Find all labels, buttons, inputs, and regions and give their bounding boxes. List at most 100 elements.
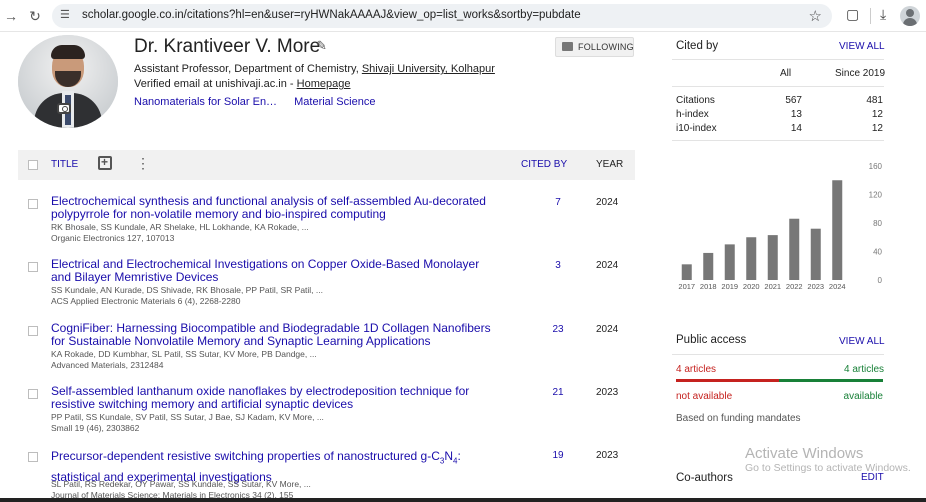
chart-bar-2018[interactable] [703, 252, 714, 280]
download-icon[interactable]: ⤓ [880, 6, 886, 23]
extensions-icon[interactable]: ▢ [846, 6, 859, 23]
y-tick-label: 160 [869, 162, 883, 171]
x-tick-label: 2024 [829, 282, 846, 291]
activation-watermark-hint: Go to Settings to activate Windows. [745, 462, 911, 474]
x-tick-label: 2020 [743, 282, 760, 291]
interest-link[interactable]: Nanomaterials for Solar En… [134, 96, 277, 108]
article-venue: Advanced Materials, 2312484 [51, 360, 164, 370]
interest-link[interactable]: Material Science [294, 96, 375, 108]
cited-by-title: Cited by [676, 40, 719, 52]
activation-watermark: Activate Windows [745, 445, 864, 462]
research-interests: Nanomaterials for Solar En… Material Sci… [134, 96, 389, 108]
sort-by-title[interactable]: TITLE [51, 159, 78, 170]
metric-label: h-index [676, 109, 709, 120]
article-year: 2024 [596, 260, 619, 271]
window-bottom-edge [0, 498, 926, 502]
x-tick-label: 2021 [764, 282, 781, 291]
article-title-link[interactable]: Self-assembled lanthanum oxide nanoflake… [51, 385, 491, 411]
chart-bar-2017[interactable] [681, 264, 692, 280]
public-access-bar-unavailable [676, 379, 779, 382]
cited-by-link[interactable]: 19 [538, 450, 578, 461]
profile-avatar-icon[interactable] [900, 6, 920, 26]
toolbar-divider [870, 8, 871, 24]
divider [672, 86, 884, 87]
reload-icon[interactable]: ↻ [26, 7, 44, 25]
article-authors: SL Patil, RS Redekar, OY Pawar, SS Kunda… [51, 479, 311, 489]
select-all-checkbox[interactable] [28, 160, 38, 170]
chart-bar-2024[interactable] [832, 180, 843, 280]
affiliation-text: Assistant Professor, Department of Chemi… [134, 63, 362, 75]
metric-label: i10-index [676, 123, 717, 134]
chart-bar-2022[interactable] [789, 218, 800, 280]
col-all-header: All [780, 68, 792, 79]
affiliation-link[interactable]: Shivaji University, Kolhapur [362, 63, 495, 75]
public-access-left-count[interactable]: 4 articles [676, 364, 716, 375]
sort-by-cited[interactable]: CITED BY [521, 159, 567, 170]
row-checkbox[interactable] [28, 389, 38, 399]
chart-bar-2020[interactable] [746, 237, 757, 280]
metric-since: 12 [871, 123, 883, 134]
metric-all: 13 [790, 109, 802, 120]
funding-mandates-note: Based on funding mandates [676, 413, 801, 424]
metric-all: 567 [785, 95, 802, 106]
article-venue: ACS Applied Electronic Materials 6 (4), … [51, 296, 241, 306]
article-authors: KA Rokade, DD Kumbhar, SL Patil, SS Suta… [51, 349, 317, 359]
email-text: Verified email at unishivaji.ac.in - [134, 78, 297, 90]
sort-by-year[interactable]: YEAR [596, 159, 623, 170]
col-since-header: Since 2019 [835, 68, 886, 79]
article-year: 2023 [596, 450, 619, 461]
article-authors: RK Bhosale, SS Kundale, AR Shelake, HL L… [51, 222, 309, 232]
x-tick-label: 2019 [721, 282, 738, 291]
cited-by-link[interactable]: 7 [538, 197, 578, 208]
row-checkbox[interactable] [28, 452, 38, 462]
available-label[interactable]: available [840, 391, 883, 402]
divider [672, 354, 884, 355]
metric-label: Citations [676, 95, 715, 106]
citations-per-year-chart: 2017 2018 2019 2020 2021 2022 2023 2024 0 40 80 120… [678, 162, 883, 291]
bookmark-star-icon[interactable]: ☆ [809, 7, 822, 25]
y-tick-label: 120 [869, 191, 883, 200]
address-bar[interactable]: ☰ scholar.google.co.in/citations?hl=en&u… [52, 4, 832, 28]
chart-bar-2023[interactable] [810, 228, 821, 280]
not-available-label[interactable]: not available [676, 391, 732, 402]
x-tick-label: 2023 [807, 282, 824, 291]
article-authors: SS Kundale, AN Kurade, DS Shivade, RK Bh… [51, 285, 323, 295]
cited-by-link[interactable]: 3 [538, 260, 578, 271]
public-access-right-count[interactable]: 4 articles [844, 364, 884, 375]
x-tick-label: 2022 [786, 282, 803, 291]
y-tick-label: 80 [873, 219, 882, 228]
metric-all: 14 [790, 123, 802, 134]
more-vert-icon[interactable]: ⋮ [136, 156, 150, 170]
follow-mail-icon [562, 42, 573, 51]
metric-since: 481 [866, 95, 883, 106]
article-title-link[interactable]: Electrochemical synthesis and functional… [51, 195, 491, 221]
article-year: 2023 [596, 387, 619, 398]
chart-bar-2021[interactable] [767, 235, 778, 280]
site-settings-icon[interactable]: ☰ [60, 8, 70, 21]
chart-bar-2019[interactable] [724, 244, 735, 280]
add-article-icon[interactable] [98, 155, 112, 170]
article-title-link[interactable]: CogniFiber: Harnessing Biocompatible and… [51, 322, 491, 348]
x-tick-label: 2018 [700, 282, 717, 291]
forward-arrow-icon[interactable]: → [2, 7, 20, 25]
row-checkbox[interactable] [28, 262, 38, 272]
cited-by-link[interactable]: 21 [538, 387, 578, 398]
article-title-link[interactable]: Electrical and Electrochemical Investiga… [51, 258, 491, 284]
public-access-view-all-link[interactable]: VIEW ALL [839, 336, 885, 347]
url-text: scholar.google.co.in/citations?hl=en&use… [82, 9, 581, 21]
following-button[interactable]: FOLLOWING [555, 37, 634, 57]
x-tick-label: 2017 [678, 282, 695, 291]
row-checkbox[interactable] [28, 199, 38, 209]
cited-by-view-all-link[interactable]: VIEW ALL [839, 41, 885, 52]
cited-by-link[interactable]: 23 [538, 324, 578, 335]
homepage-link[interactable]: Homepage [297, 78, 351, 90]
camera-icon[interactable] [57, 103, 71, 114]
y-tick-label: 40 [873, 248, 882, 257]
article-year: 2024 [596, 197, 619, 208]
row-checkbox[interactable] [28, 326, 38, 336]
article-authors: PP Patil, SS Kundale, SV Patil, SS Sutar… [51, 412, 324, 422]
public-access-title: Public access [676, 334, 747, 346]
article-venue: Organic Electronics 127, 107013 [51, 233, 175, 243]
edit-pencil-icon[interactable]: ✎ [316, 38, 327, 54]
coauthors-title: Co-authors [676, 472, 733, 484]
